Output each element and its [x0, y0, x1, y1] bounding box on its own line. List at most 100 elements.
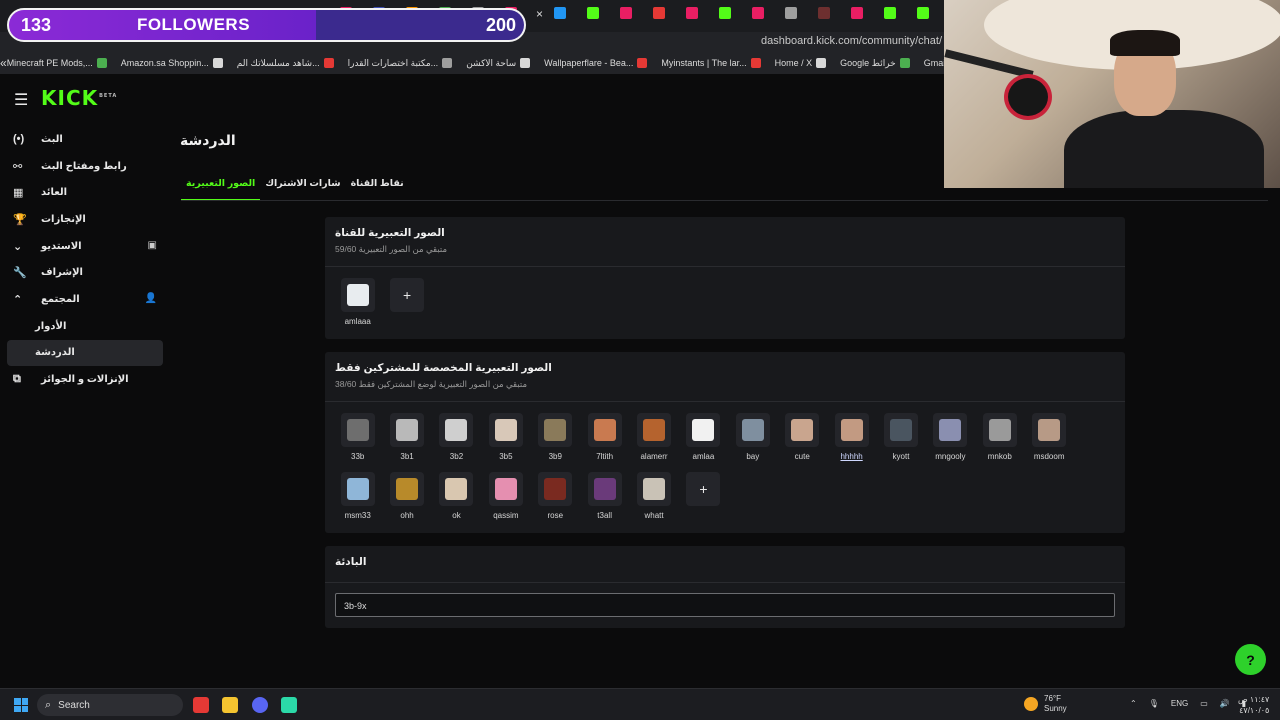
network-icon[interactable]: ▭ — [1200, 699, 1208, 708]
taskbar-search[interactable]: ⌕ Search — [37, 694, 183, 716]
bookmark-item[interactable]: Wallpaperflare - Bea... — [544, 58, 648, 69]
sidebar-item-icon: ⌃ — [13, 293, 23, 306]
sidebar-item[interactable]: ⌃ المجتمع 👤 — [7, 286, 163, 313]
emote-item[interactable]: 3b5 — [481, 413, 530, 472]
bookmark-item[interactable]: شاهد مسلسلاتك الم... — [237, 58, 334, 69]
help-chat-button[interactable]: ? — [1235, 644, 1266, 675]
sidebar-item[interactable]: الدردشة — [7, 339, 163, 367]
sidebar-item[interactable]: 🏆 الإنجازات — [7, 206, 163, 233]
bookmark-item[interactable]: مكتبة اختصارات القدرا... — [348, 58, 453, 69]
brave-browser-icon[interactable] — [193, 697, 209, 713]
logo-badge: BETA — [99, 93, 118, 100]
discord-icon[interactable] — [252, 697, 268, 713]
tab-favicon-icon[interactable] — [686, 7, 698, 19]
emote-item[interactable]: whatt — [629, 472, 678, 531]
tab-favicon-icon[interactable] — [587, 7, 599, 19]
emote-name: 3b2 — [449, 452, 464, 461]
channel-emotes-grid: amlaaa + — [325, 267, 1125, 337]
emote-item[interactable]: mngooly — [926, 413, 975, 472]
bookmark-item[interactable]: Google خرائط — [840, 58, 910, 69]
emote-item[interactable]: 3b9 — [531, 413, 580, 472]
sidebar-item[interactable]: الأدوار — [7, 313, 163, 340]
emote-item[interactable]: amlaaa — [333, 278, 382, 337]
add-emote-button[interactable]: + — [390, 278, 425, 312]
prefix-input[interactable]: 3b-9x — [335, 593, 1115, 617]
emote-item[interactable]: cute — [778, 413, 827, 472]
sidebar-item[interactable]: ⌄ الاستديو ▣ — [7, 233, 163, 260]
tab-favicon-icon[interactable] — [653, 7, 665, 19]
emote-item[interactable]: qassim — [481, 472, 530, 531]
emote-image — [346, 284, 369, 306]
tab-favicon-icon[interactable] — [785, 7, 797, 19]
tab-favicon-icon[interactable] — [851, 7, 863, 19]
emote-item[interactable]: 7ltith — [580, 413, 629, 472]
tab-emotes[interactable]: الصور التعبيرية — [181, 178, 261, 201]
emote-item[interactable]: ok — [432, 472, 481, 531]
card-divider — [325, 582, 1125, 583]
tray-chevron-icon[interactable]: ⌃ — [1130, 699, 1137, 708]
emote-item[interactable]: hhhhh — [827, 413, 876, 472]
language-indicator[interactable]: ENG — [1171, 699, 1188, 708]
emote-item[interactable]: rose — [531, 472, 580, 531]
kick-logo[interactable]: KICKBETA — [41, 86, 117, 110]
hamburger-menu-icon[interactable]: ☰ — [14, 90, 28, 110]
sidebar-item-action-icon[interactable]: ▣ — [148, 240, 157, 251]
microphone-icon[interactable]: 🎙 — [1149, 699, 1159, 708]
bookmarks-overflow-icon[interactable]: « — [0, 56, 7, 70]
tab-favicon-icon[interactable] — [554, 7, 566, 19]
emote-name: 33b — [351, 452, 365, 461]
weather-widget[interactable]: 76°F Sunny — [1024, 694, 1067, 714]
sidebar: (•) البث ⚯ رابط ومفتاح البث ▦ العائد 🏆 الإنجازا… — [7, 126, 163, 393]
windows-start-icon[interactable] — [14, 698, 28, 712]
streaming-app-icon[interactable] — [281, 697, 297, 713]
webcam-person-body — [1064, 110, 1264, 188]
tab-close-icon[interactable]: × — [536, 7, 543, 21]
emote-item[interactable]: 33b — [333, 413, 382, 472]
windows-taskbar: ⌕ Search 76°F Sunny ⌃ 🎙 ENG ▭ 🔊 ▮ ١١:٤٧ … — [0, 688, 1280, 720]
sidebar-item[interactable]: ⧉ الإنزالات و الجوائز — [7, 366, 163, 393]
sidebar-item-label: الأدوار — [35, 320, 67, 332]
emote-item[interactable]: bay — [728, 413, 777, 472]
emote-item[interactable]: alamerr — [629, 413, 678, 472]
emote-item[interactable]: msm33 — [333, 472, 382, 531]
file-explorer-icon[interactable] — [222, 697, 238, 713]
sidebar-item-action-icon[interactable]: 👤 — [145, 293, 157, 304]
tab-favicon-icon[interactable] — [884, 7, 896, 19]
tab-favicon-icon[interactable] — [818, 7, 830, 19]
bookmark-favicon-icon — [750, 58, 761, 68]
bookmark-item[interactable]: Myinstants | The lar... — [661, 58, 761, 69]
emote-item[interactable]: 3b2 — [432, 413, 481, 472]
emote-thumbnail — [982, 413, 1017, 447]
subscriber-emotes-header: الصور التعبيرية المخصصة للمشتركين فقط 38… — [325, 352, 1125, 390]
add-emote-button[interactable]: + — [686, 472, 721, 506]
emote-thumbnail — [488, 413, 523, 447]
sidebar-item[interactable]: ⚯ رابط ومفتاح البث — [7, 153, 163, 180]
emote-item[interactable]: 3b1 — [382, 413, 431, 472]
sidebar-item[interactable]: 🔧 الإشراف — [7, 259, 163, 286]
tab-favicon-icon[interactable] — [719, 7, 731, 19]
emote-item[interactable]: kyott — [876, 413, 925, 472]
emote-item[interactable]: mnkob — [975, 413, 1024, 472]
tab-favicon-icon[interactable] — [917, 7, 929, 19]
emote-thumbnail — [1032, 413, 1067, 447]
bookmark-item[interactable]: Amazon.sa Shoppin... — [121, 58, 223, 69]
volume-icon[interactable]: 🔊 — [1220, 699, 1230, 708]
top-nav: ☰ KICKBETA — [0, 74, 944, 120]
tab-channel-points[interactable]: نقاط القناة — [346, 178, 409, 201]
emote-image — [544, 478, 567, 500]
bookmark-item[interactable]: Home / X — [775, 58, 827, 69]
emote-item[interactable]: amlaa — [679, 413, 728, 472]
emote-item[interactable]: msdoom — [1024, 413, 1073, 472]
tab-sub-badges[interactable]: شارات الاشتراك — [260, 178, 345, 201]
tab-favicon-icon[interactable] — [620, 7, 632, 19]
channel-emotes-header: الصور التعبيرية للقناة 59/60 متبقي من ال… — [325, 217, 1125, 255]
sidebar-item[interactable]: ▦ العائد — [7, 179, 163, 206]
bookmark-item[interactable]: ساحة الاكشن — [466, 58, 531, 69]
sidebar-item[interactable]: (•) البث — [7, 126, 163, 153]
emote-item[interactable]: ohh — [382, 472, 431, 531]
clock[interactable]: ١١:٤٧ ص ٤٧/١٠/٠٥ — [1238, 694, 1269, 716]
emote-item[interactable]: t3all — [580, 472, 629, 531]
bookmark-item[interactable]: Minecraft PE Mods,... — [7, 58, 107, 69]
tabs-divider — [181, 200, 1268, 201]
tab-favicon-icon[interactable] — [752, 7, 764, 19]
